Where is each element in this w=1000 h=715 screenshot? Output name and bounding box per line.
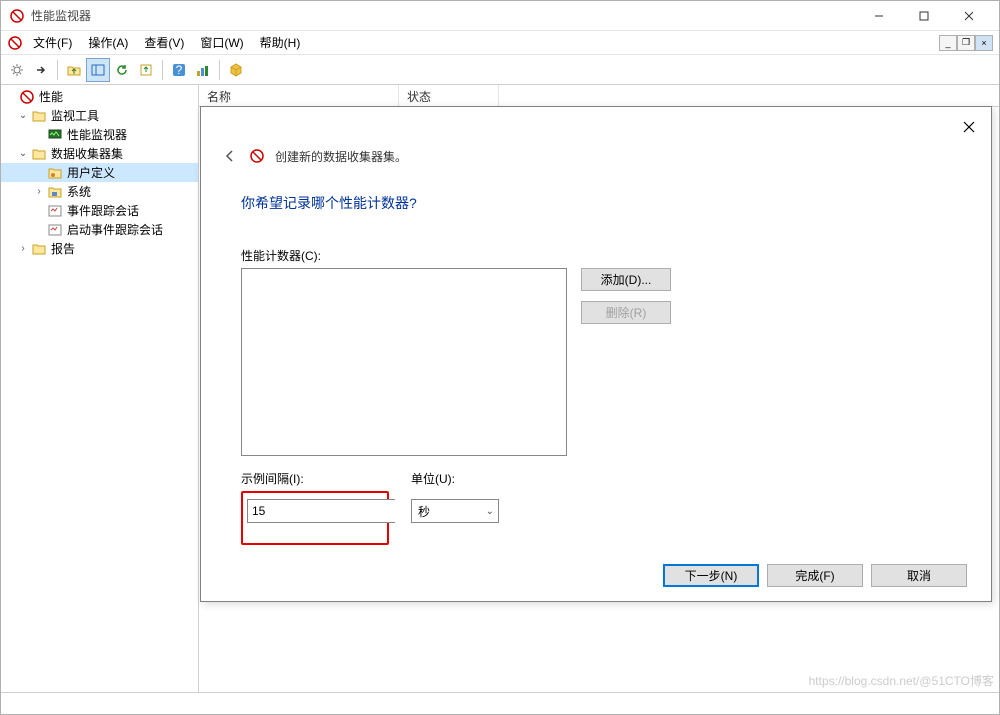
app-icon [9, 8, 25, 24]
folder-icon [31, 108, 47, 124]
interval-label: 示例间隔(I): [241, 470, 389, 487]
counters-label: 性能计数器(C): [241, 247, 951, 264]
tree-performance-monitor[interactable]: 性能监视器 [1, 125, 198, 144]
performance-icon [19, 89, 35, 105]
toolbar-forward-icon[interactable] [29, 58, 53, 82]
maximize-button[interactable] [901, 1, 946, 30]
tree-reports[interactable]: › 报告 [1, 239, 198, 258]
menu-view[interactable]: 查看(V) [138, 32, 190, 53]
chevron-down-icon: ⌄ [486, 506, 494, 517]
tree-user-defined[interactable]: 用户定义 [1, 163, 198, 182]
cancel-button[interactable]: 取消 [871, 564, 967, 587]
column-status[interactable]: 状态 [399, 85, 499, 106]
list-header: 名称 状态 [199, 85, 999, 107]
menu-window[interactable]: 窗口(W) [194, 32, 249, 53]
mdi-close-button[interactable]: × [975, 35, 993, 51]
tree-label: 性能监视器 [67, 126, 127, 143]
system-folder-icon [47, 184, 63, 200]
folder-icon [31, 241, 47, 257]
tree-system[interactable]: › 系统 [1, 182, 198, 201]
wizard-dialog: 创建新的数据收集器集。 你希望记录哪个性能计数器? 性能计数器(C): 添加(D… [200, 106, 992, 602]
tree-label: 数据收集器集 [51, 145, 123, 162]
titlebar: 性能监视器 [1, 1, 999, 31]
unit-select[interactable]: 秒 ⌄ [411, 499, 499, 523]
watermark: https://blog.csdn.net/@51CTO博客 [809, 672, 994, 689]
tree-root[interactable]: 性能 [1, 87, 198, 106]
tree-label: 报告 [51, 240, 75, 257]
unit-label: 单位(U): [411, 470, 499, 487]
tree-monitoring-tools[interactable]: ⌄ 监视工具 [1, 106, 198, 125]
user-folder-icon [47, 165, 63, 181]
dialog-close-button[interactable] [959, 117, 979, 137]
app-icon-small [7, 35, 23, 51]
trace-icon [47, 222, 63, 238]
highlight-annotation: ▲ ▼ [241, 491, 389, 545]
unit-value: 秒 [418, 503, 430, 520]
performance-counters-listbox[interactable] [241, 268, 567, 456]
interval-input[interactable] [248, 500, 411, 522]
wizard-question: 你希望记录哪个性能计数器? [241, 193, 951, 213]
wizard-body: 你希望记录哪个性能计数器? 性能计数器(C): 添加(D)... 删除(R) 示… [201, 173, 991, 545]
trace-icon [47, 203, 63, 219]
dialog-footer: 下一步(N) 完成(F) 取消 [663, 564, 967, 587]
window-title: 性能监视器 [31, 7, 856, 24]
next-button[interactable]: 下一步(N) [663, 564, 759, 587]
wizard-header: 创建新的数据收集器集。 [201, 147, 991, 173]
tree-label: 启动事件跟踪会话 [67, 221, 163, 238]
column-name[interactable]: 名称 [199, 85, 399, 106]
toolbar-layout-icon[interactable] [86, 58, 110, 82]
back-button[interactable] [221, 147, 239, 165]
wizard-title: 创建新的数据收集器集。 [275, 148, 407, 165]
minimize-button[interactable] [856, 1, 901, 30]
menubar: 文件(F) 操作(A) 查看(V) 窗口(W) 帮助(H) _ ❐ × [1, 31, 999, 55]
folder-icon [31, 146, 47, 162]
add-button[interactable]: 添加(D)... [581, 268, 671, 291]
monitor-icon [47, 127, 63, 143]
svg-text:?: ? [176, 63, 183, 77]
tree-label: 监视工具 [51, 107, 99, 124]
interval-spinbox[interactable]: ▲ ▼ [247, 499, 395, 523]
chevron-right-icon[interactable]: › [33, 186, 45, 198]
tree-label: 性能 [39, 88, 63, 105]
toolbar-help-icon[interactable]: ? [167, 58, 191, 82]
statusbar [1, 692, 999, 714]
toolbar-cube-icon[interactable] [224, 58, 248, 82]
wizard-icon [249, 148, 265, 164]
finish-button[interactable]: 完成(F) [767, 564, 863, 587]
menu-help[interactable]: 帮助(H) [254, 32, 307, 53]
chevron-down-icon[interactable]: ⌄ [17, 110, 29, 122]
tree-label: 事件跟踪会话 [67, 202, 139, 219]
toolbar-folder-up-icon[interactable] [62, 58, 86, 82]
tree-startup-event-trace[interactable]: 启动事件跟踪会话 [1, 220, 198, 239]
toolbar-gear-icon[interactable] [5, 58, 29, 82]
tree-label: 系统 [67, 183, 91, 200]
chevron-down-icon[interactable]: ⌄ [17, 148, 29, 160]
toolbar-refresh-icon[interactable] [110, 58, 134, 82]
mdi-restore-button[interactable]: ❐ [957, 35, 975, 51]
close-button[interactable] [946, 1, 991, 30]
menu-file[interactable]: 文件(F) [27, 32, 78, 53]
toolbar-export-icon[interactable] [134, 58, 158, 82]
remove-button[interactable]: 删除(R) [581, 301, 671, 324]
tree-event-trace[interactable]: 事件跟踪会话 [1, 201, 198, 220]
mdi-minimize-button[interactable]: _ [939, 35, 957, 51]
tree-pane: 性能 ⌄ 监视工具 性能监视器 ⌄ 数据收集器集 用户定义 [1, 85, 199, 692]
tree-data-collector-sets[interactable]: ⌄ 数据收集器集 [1, 144, 198, 163]
menu-action[interactable]: 操作(A) [82, 32, 134, 53]
toolbar: ? [1, 55, 999, 85]
chevron-right-icon[interactable] [5, 91, 17, 103]
toolbar-chart-icon[interactable] [191, 58, 215, 82]
tree-label: 用户定义 [67, 164, 115, 181]
chevron-right-icon[interactable]: › [17, 243, 29, 255]
